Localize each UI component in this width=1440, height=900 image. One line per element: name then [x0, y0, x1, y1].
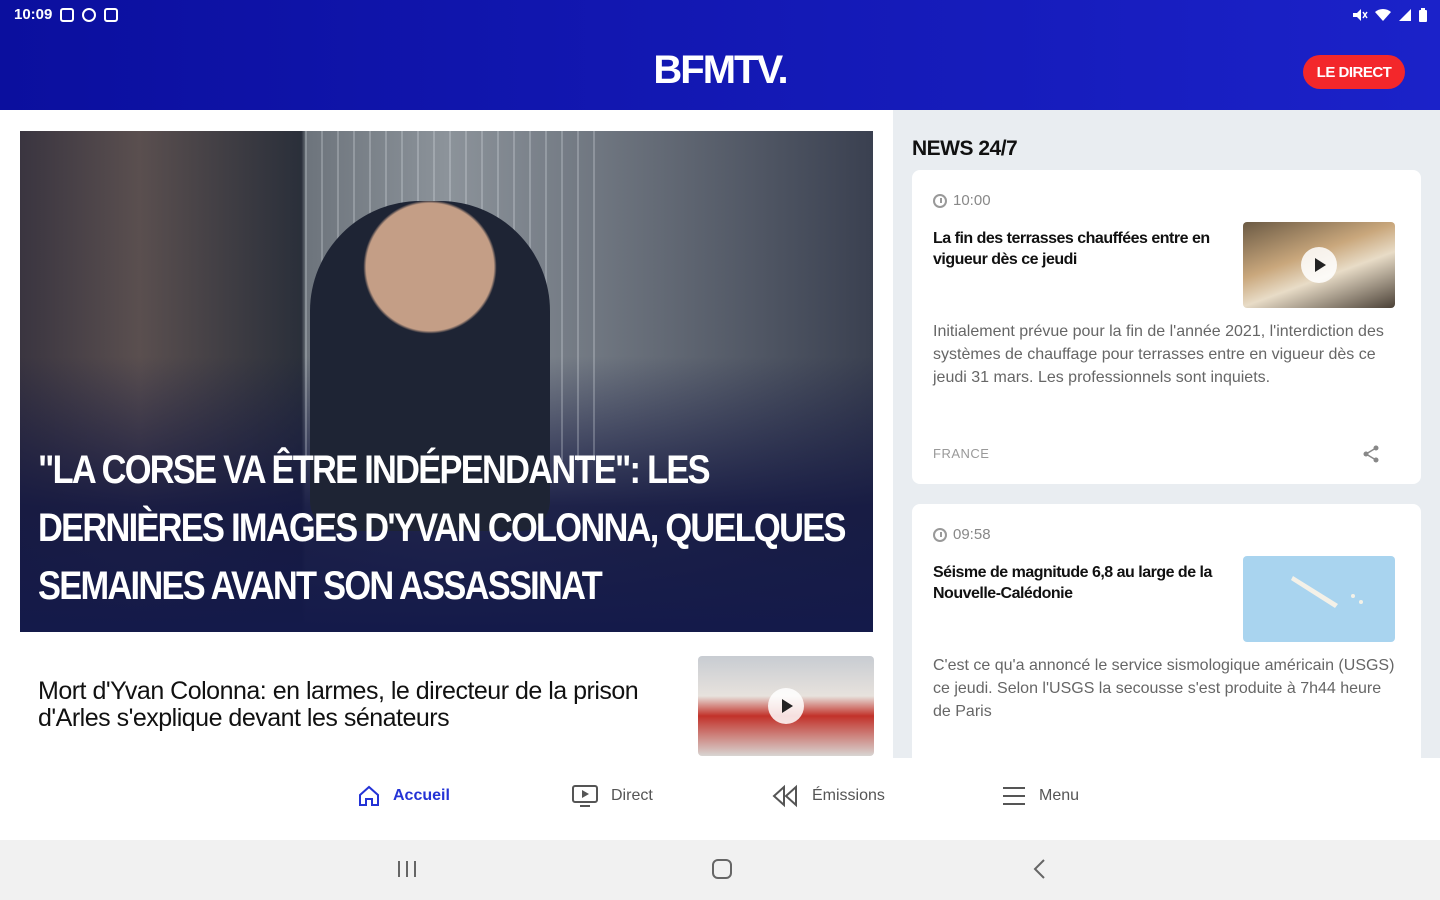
nav-label: Émissions [812, 787, 885, 804]
live-button[interactable]: LE DIRECT [1303, 55, 1405, 89]
signal-icon [1399, 9, 1411, 21]
wifi-icon [1375, 8, 1391, 21]
back-icon[interactable] [1029, 858, 1051, 880]
status-time: 10:09 [14, 6, 53, 23]
system-navigation [0, 840, 1440, 900]
article-title: Mort d'Yvan Colonna: en larmes, le direc… [38, 677, 639, 732]
news-time: 10:00 [933, 192, 991, 209]
news-time-text: 10:00 [953, 192, 991, 209]
bfmtv-logo[interactable]: BFMTV. [0, 48, 1440, 93]
bottom-navigation: Accueil Direct Émissions Menu [0, 758, 1440, 840]
home-icon [359, 785, 379, 806]
nav-label: Direct [611, 787, 653, 804]
play-icon [1301, 247, 1337, 283]
status-icons [1352, 8, 1428, 22]
hero-article[interactable]: "LA CORSE VA ÊTRE INDÉPENDANTE": LES DER… [20, 131, 873, 632]
article-thumbnail [698, 656, 874, 756]
dnd-icon [82, 7, 97, 22]
news-247-panel: NEWS 24/7 10:00 La fin des terrasses cha… [893, 110, 1440, 774]
nav-label: Menu [1039, 787, 1080, 804]
play-icon [768, 688, 804, 724]
status-bar: 10:09 [14, 6, 119, 23]
battery-icon [1419, 8, 1427, 22]
nav-label: Accueil [393, 787, 450, 804]
nav-emissions[interactable]: Émissions [772, 784, 885, 808]
nav-accueil[interactable]: Accueil [357, 784, 450, 808]
section-title: NEWS 24/7 [912, 137, 1018, 160]
app-notification-icon [104, 7, 119, 22]
news-thumbnail [1243, 222, 1395, 308]
news-card[interactable]: 10:00 La fin des terrasses chauffées ent… [912, 170, 1421, 484]
news-card[interactable]: 09:58 Séisme de magnitude 6,8 au large d… [912, 504, 1421, 774]
news-title: Séisme de magnitude 6,8 au large de la N… [933, 564, 1212, 602]
mute-icon [1353, 9, 1368, 21]
app-header: 10:09 BFMTV. LE DIRECT [0, 0, 1440, 110]
news-time-text: 09:58 [953, 526, 991, 543]
tv-play-icon [572, 785, 598, 807]
news-title: La fin des terrasses chauffées entre en … [933, 230, 1210, 268]
clock-icon [933, 527, 947, 542]
hero-title: "LA CORSE VA ÊTRE INDÉPENDANTE": LES DER… [38, 448, 846, 608]
news-description: Initialement prévue pour la fin de l'ann… [933, 323, 1384, 386]
recent-apps-icon[interactable] [396, 858, 418, 880]
map-island-icon [1291, 576, 1363, 608]
clock-icon [933, 193, 947, 208]
menu-icon [1003, 787, 1025, 805]
nav-menu[interactable]: Menu [1001, 784, 1079, 808]
news-description: C'est ce qu'a annoncé le service sismolo… [933, 657, 1395, 720]
main-feed: "LA CORSE VA ÊTRE INDÉPENDANTE": LES DER… [0, 110, 893, 758]
news-map-thumbnail [1243, 556, 1395, 642]
gallery-notification-icon [60, 7, 75, 22]
article-row[interactable]: Mort d'Yvan Colonna: en larmes, le direc… [20, 654, 874, 758]
news-time: 09:58 [933, 526, 991, 543]
news-category[interactable]: FRANCE [933, 446, 989, 461]
home-button-icon[interactable] [711, 858, 733, 880]
nav-direct[interactable]: Direct [571, 784, 653, 808]
share-icon[interactable] [1361, 444, 1381, 464]
replay-icon [772, 784, 797, 808]
